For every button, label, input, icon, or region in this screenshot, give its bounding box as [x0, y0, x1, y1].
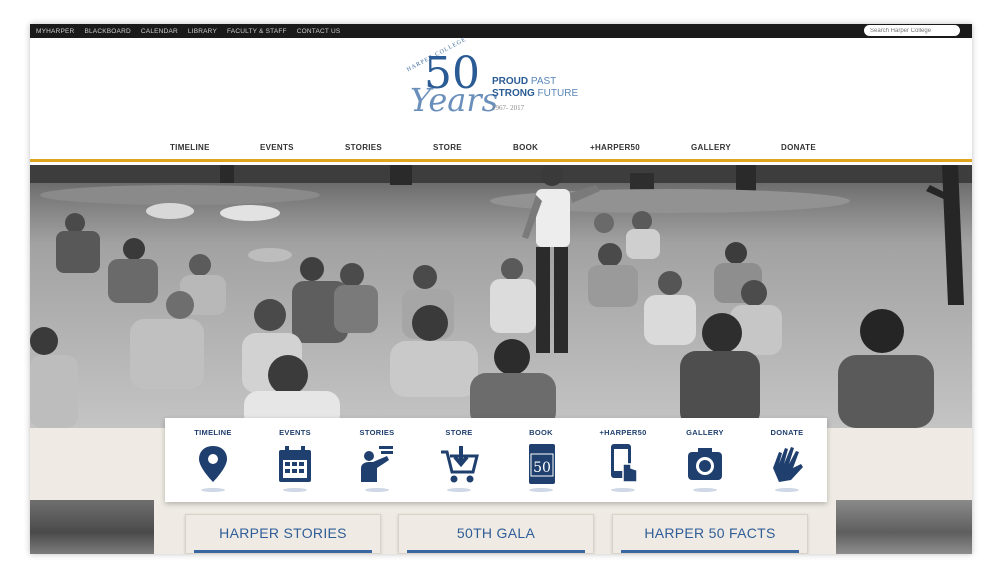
storyteller-icon — [361, 446, 393, 482]
icon-menu-label: STORE — [445, 428, 473, 437]
icon-shadow — [365, 488, 389, 492]
icon-menu-label: EVENTS — [279, 428, 311, 437]
icon-menu-label: STORIES — [359, 428, 395, 437]
icon-menu-donate[interactable]: DONATE — [755, 418, 819, 502]
icon-menu-label: TIMELINE — [194, 428, 232, 437]
vintage-campus-lawn-photo — [30, 165, 972, 428]
harper-50-facts-label: HARPER 50 FACTS — [644, 525, 776, 541]
hero-photo — [30, 165, 972, 428]
map-pin-icon — [199, 446, 227, 482]
util-link-myharper[interactable]: MYHARPER — [36, 28, 74, 35]
icon-menu-events[interactable]: EVENTS — [263, 418, 327, 502]
util-link-library[interactable]: LIBRARY — [188, 28, 217, 35]
button-underline — [407, 550, 585, 553]
icon-shadow — [611, 488, 635, 492]
thumbnail-strip-right — [836, 500, 972, 554]
nav-stories[interactable]: STORIES — [345, 143, 382, 152]
harper-stories-button[interactable]: HARPER STORIES — [185, 514, 381, 554]
util-link-blackboard[interactable]: BLACKBOARD — [84, 28, 130, 35]
icon-menu-label: +HARPER50 — [599, 428, 647, 437]
util-link-contact-us[interactable]: CONTACT US — [297, 28, 341, 35]
button-underline — [621, 550, 799, 553]
main-nav: TIMELINE EVENTS STORIES STORE BOOK +HARP… — [30, 134, 972, 162]
icon-menu-timeline[interactable]: TIMELINE — [181, 418, 245, 502]
harper-stories-label: HARPER STORIES — [219, 525, 347, 541]
utility-nav: MYHARPER BLACKBOARD CALENDAR LIBRARY FAC… — [30, 24, 972, 38]
harper-50-facts-button[interactable]: HARPER 50 FACTS — [612, 514, 808, 554]
icon-menu-label: GALLERY — [686, 428, 724, 437]
svg-text:50: 50 — [533, 460, 551, 476]
site-header: HARPER COLLEGE 50 Years PROUD PAST STRON… — [30, 37, 972, 134]
button-underline — [194, 550, 372, 553]
camera-icon — [688, 448, 722, 480]
calendar-icon — [279, 446, 311, 482]
icon-menu-label: DONATE — [770, 428, 804, 437]
harper-50-logo[interactable]: HARPER COLLEGE 50 Years PROUD PAST STRON… — [400, 37, 600, 134]
nav-timeline[interactable]: TIMELINE — [170, 143, 210, 152]
hand-icon — [773, 447, 803, 482]
browser-page: MYHARPER BLACKBOARD CALENDAR LIBRARY FAC… — [30, 24, 972, 554]
icon-shadow — [447, 488, 471, 492]
nav-harper50[interactable]: +HARPER50 — [590, 143, 640, 152]
years-range: 1967- 2017 — [492, 104, 525, 112]
nav-donate[interactable]: DONATE — [781, 143, 816, 152]
50th-gala-label: 50TH GALA — [456, 525, 536, 541]
50th-gala-button[interactable]: 50TH GALA — [398, 514, 594, 554]
nav-store[interactable]: STORE — [433, 143, 462, 152]
icon-shadow — [283, 488, 307, 492]
thumbnail-strip-left — [30, 500, 154, 554]
icon-shadow — [201, 488, 225, 492]
logo-script-word: Years — [410, 81, 499, 119]
icon-menu-harper50[interactable]: +HARPER50 — [591, 418, 655, 502]
icon-menu: TIMELINE EVENTS STORIES STORE BOOK 50 +H… — [165, 418, 827, 502]
icon-menu-label: BOOK — [529, 428, 553, 437]
nav-book[interactable]: BOOK — [513, 143, 538, 152]
shopping-cart-icon — [441, 446, 479, 483]
nav-gallery[interactable]: GALLERY — [691, 143, 731, 152]
book-icon: 50 — [529, 444, 555, 484]
util-link-faculty-staff[interactable]: FACULTY & STAFF — [227, 28, 287, 35]
icon-menu-gallery[interactable]: GALLERY — [673, 418, 737, 502]
util-link-calendar[interactable]: CALENDAR — [141, 28, 178, 35]
phone-tap-icon — [611, 444, 638, 483]
icon-shadow — [529, 488, 553, 492]
nav-events[interactable]: EVENTS — [260, 143, 294, 152]
icon-shadow — [693, 488, 717, 492]
tagline-proud-past: PROUD PAST — [492, 76, 557, 87]
tagline-strong-future: STRONG FUTURE — [492, 88, 579, 99]
icon-menu-stories[interactable]: STORIES — [345, 418, 409, 502]
icon-shadow — [775, 488, 799, 492]
icon-menu-book[interactable]: BOOK 50 — [509, 418, 573, 502]
search-input[interactable] — [864, 25, 960, 36]
icon-menu-store[interactable]: STORE — [427, 418, 491, 502]
